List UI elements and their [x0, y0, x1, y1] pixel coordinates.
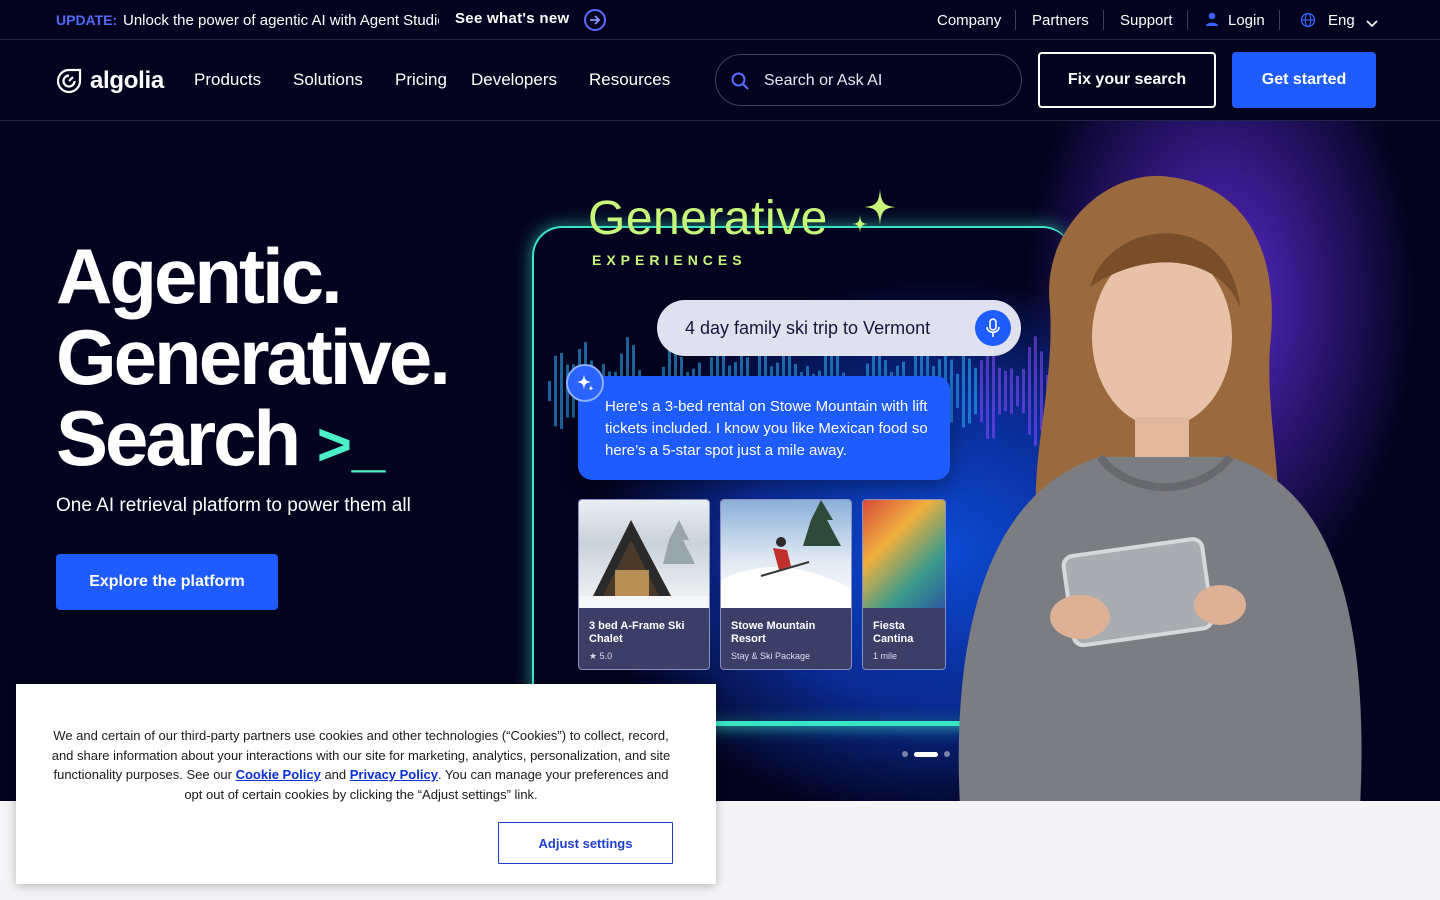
adjust-settings-button[interactable]: Adjust settings: [498, 822, 673, 864]
search-input[interactable]: [764, 69, 1004, 93]
privacy-policy-link[interactable]: Privacy Policy: [350, 767, 438, 782]
ai-answer-bubble: Here’s a 3-bed rental on Stowe Mountain …: [578, 376, 950, 480]
update-label: UPDATE:: [56, 12, 118, 28]
woman-with-tablet-illustration: [958, 175, 1362, 801]
cookie-consent-banner: We and certain of our third-party partne…: [16, 684, 716, 884]
update-text: Unlock the power of agentic AI with Agen…: [123, 12, 439, 29]
card-title: Stowe Mountain Resort: [731, 620, 816, 645]
carousel-dot[interactable]: [902, 751, 908, 757]
skier-image: [721, 500, 851, 608]
cookie-text-part: and: [320, 767, 350, 782]
chalet-image: [579, 500, 709, 608]
terminal-cursor: >_: [316, 411, 386, 478]
ai-sparkle-icon: [566, 364, 604, 402]
globe-icon[interactable]: [1300, 12, 1316, 33]
nav-solutions[interactable]: Solutions: [293, 70, 363, 90]
cookie-notice-text: We and certain of our third-party partne…: [46, 726, 676, 804]
login-link[interactable]: Login: [1228, 12, 1265, 29]
divider: [1103, 10, 1104, 30]
carousel-indicator: [902, 751, 950, 757]
nav-pricing[interactable]: Pricing: [395, 70, 447, 90]
headline-line-2: Generative.: [56, 313, 451, 401]
main-navigation: algolia Products Solutions Pricing Devel…: [0, 40, 1440, 121]
divider: [1015, 10, 1016, 30]
fix-your-search-button[interactable]: Fix your search: [1038, 52, 1216, 108]
arrow-right-circle-icon[interactable]: [584, 9, 606, 31]
result-card-chalet[interactable]: 3 bed A-Frame Ski Chalet ★ 5.0: [578, 499, 710, 670]
nav-resources[interactable]: Resources: [589, 70, 670, 90]
search-icon: [731, 72, 749, 90]
headline-line-3: Search >_: [56, 398, 448, 485]
announcement-bar: UPDATE: Unlock the power of agentic AI w…: [0, 0, 1440, 40]
hero-headline: Agentic. Generative. Search >_: [56, 232, 451, 485]
card-meta: 1 mile: [873, 651, 898, 661]
experiences-subtitle: EXPERIENCES: [592, 252, 747, 268]
divider: [1279, 10, 1280, 30]
generative-title: Generative: [588, 192, 828, 245]
algolia-logo[interactable]: algolia: [56, 67, 164, 95]
query-text: 4 day family ski trip to Vermont: [685, 318, 931, 338]
result-card-resort[interactable]: Stowe Mountain Resort Stay & Ski Package: [720, 499, 852, 670]
brand-name: algolia: [90, 67, 164, 94]
carousel-dot-active[interactable]: [914, 751, 938, 757]
carousel-dot[interactable]: [944, 751, 950, 757]
search-box[interactable]: [715, 54, 1022, 106]
support-link[interactable]: Support: [1120, 12, 1173, 29]
nav-developers[interactable]: Developers: [471, 70, 557, 90]
see-whats-new-link[interactable]: See what's new: [455, 10, 569, 27]
get-started-button[interactable]: Get started: [1232, 52, 1376, 108]
chevron-down-icon[interactable]: [1366, 15, 1378, 33]
algolia-mark-icon: [56, 68, 82, 94]
divider: [1187, 10, 1188, 30]
nav-products[interactable]: Products: [194, 70, 261, 90]
card-meta: Stay & Ski Package: [731, 651, 811, 661]
hero-subtitle: One AI retrieval platform to power them …: [56, 495, 411, 516]
language-selector[interactable]: Eng: [1328, 12, 1355, 29]
headline-line-1: Agentic.: [56, 232, 343, 320]
card-meta: ★ 5.0: [589, 651, 613, 661]
card-title: 3 bed A-Frame Ski Chalet: [589, 620, 685, 645]
cookie-policy-link[interactable]: Cookie Policy: [236, 767, 321, 782]
explore-platform-button[interactable]: Explore the platform: [56, 554, 278, 610]
partners-link[interactable]: Partners: [1032, 12, 1089, 29]
headline-search-word: Search: [56, 394, 301, 482]
sparkle-icon: [852, 189, 896, 233]
company-link[interactable]: Company: [937, 12, 1001, 29]
user-icon[interactable]: [1205, 12, 1219, 32]
